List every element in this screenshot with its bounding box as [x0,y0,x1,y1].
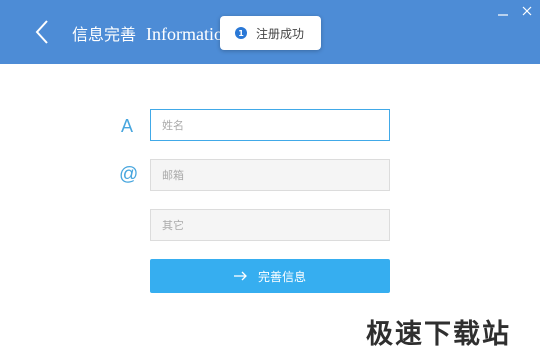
other-row [150,209,390,241]
email-input[interactable] [150,159,390,191]
close-button[interactable] [516,2,538,20]
minimize-icon [498,14,508,16]
complete-info-label: 完善信息 [257,269,306,284]
email-label-icon: @ [119,164,139,185]
page-title-en: Informatio [146,24,223,44]
arrow-right-icon [233,271,247,281]
name-input[interactable] [150,109,390,141]
back-arrow-icon [35,20,48,44]
complete-info-button[interactable]: 完善信息 [150,259,390,293]
success-toast: 1 注册成功 [220,16,321,50]
email-row [150,159,390,191]
page-title: 信息完善 Informatio [72,21,223,45]
close-icon [522,6,532,16]
info-icon: 1 [235,27,247,39]
page-title-zh: 信息完善 [72,25,137,44]
watermark-logo: 极速下载站 [366,319,511,350]
toast-message: 注册成功 [256,26,305,41]
name-row [150,109,390,141]
back-button[interactable] [30,16,54,48]
name-label-icon: A [121,116,134,136]
other-input[interactable] [150,209,390,241]
minimize-button[interactable] [492,2,514,20]
